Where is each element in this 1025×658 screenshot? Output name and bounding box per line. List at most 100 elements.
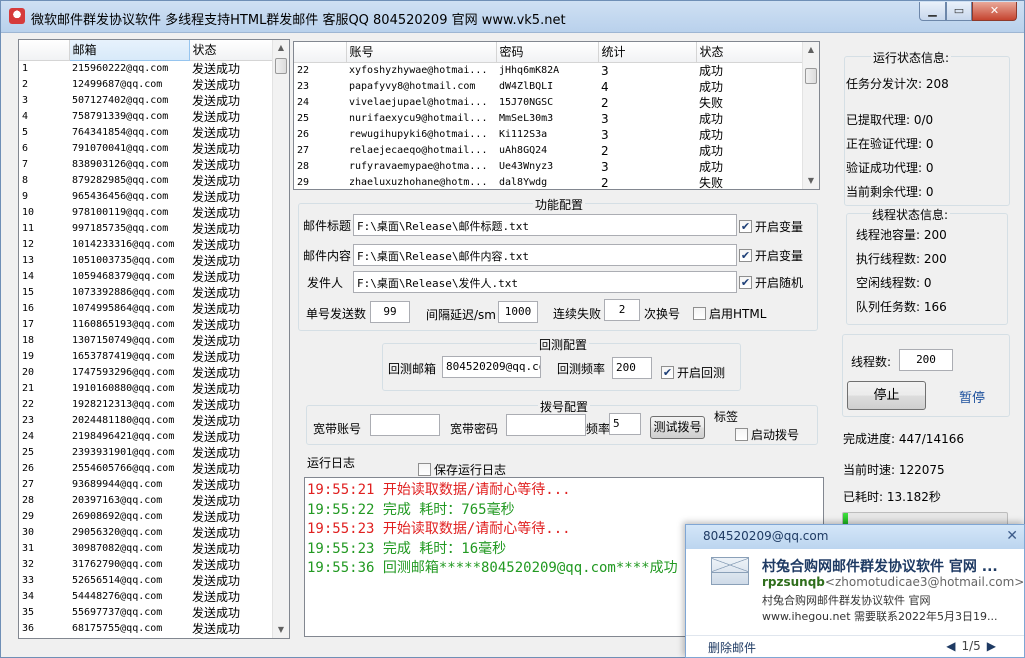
column-header-account[interactable]: 账号 [346, 42, 497, 63]
table-row[interactable]: 32 31762790@qq.com 发送成功 [19, 557, 274, 573]
table-row[interactable]: 4 758791339@qq.com 发送成功 [19, 109, 274, 125]
table-row[interactable]: 28 20397163@qq.com 发送成功 [19, 493, 274, 509]
row-status: 发送成功 [192, 221, 241, 236]
content-variable-checkbox[interactable]: ✔ 开启变量 [739, 247, 803, 264]
close-button[interactable]: ✕ [972, 2, 1017, 21]
table-row[interactable]: 23 papafyvy8@hotmail.com dW4ZlBQLI 4 成功 [294, 79, 802, 95]
subject-path-field[interactable]: F:\桌面\Release\邮件标题.txt [353, 214, 737, 236]
scroll-thumb[interactable] [275, 58, 287, 74]
table-row[interactable]: 36 68175755@qq.com 发送成功 [19, 621, 274, 637]
table-row[interactable]: 7 838903126@qq.com 发送成功 [19, 157, 274, 173]
table-row[interactable]: 6 791070041@qq.com 发送成功 [19, 141, 274, 157]
previous-arrow-icon[interactable]: ◀ [940, 639, 961, 653]
table-row[interactable]: 23 2024481180@qq.com 发送成功 [19, 413, 274, 429]
table-row[interactable]: 29 26908692@qq.com 发送成功 [19, 509, 274, 525]
row-email: 2554605766@qq.com [72, 462, 175, 474]
interval-input[interactable]: 1000 [498, 301, 538, 323]
table-row[interactable]: 2 12499687@qq.com 发送成功 [19, 77, 274, 93]
next-arrow-icon[interactable]: ▶ [981, 639, 1002, 653]
email-list[interactable]: 邮箱 状态 1 215960222@qq.com 发送成功 2 12499687@qq.… [18, 39, 290, 639]
enable-dial-checkbox[interactable]: 启动拨号 [735, 426, 799, 443]
table-row[interactable]: 12 1014233316@qq.com 发送成功 [19, 237, 274, 253]
threads-input[interactable]: 200 [899, 349, 953, 371]
sender-path-field[interactable]: F:\桌面\Release\发件人.txt [353, 271, 737, 293]
column-header-status[interactable]: 状态 [189, 40, 275, 61]
account-list-scrollbar[interactable]: ▲ ▼ [802, 42, 819, 189]
table-row[interactable]: 29 zhaeluxuzhohane@hotm... dal8Ywdg 2 失败 [294, 175, 802, 190]
column-header-email[interactable]: 邮箱 [69, 40, 190, 61]
table-row[interactable]: 25 2393931901@qq.com 发送成功 [19, 445, 274, 461]
single-send-input[interactable]: 99 [370, 301, 410, 323]
fail-input[interactable]: 2 [604, 299, 640, 321]
pause-link[interactable]: 暂停 [959, 387, 985, 406]
table-row[interactable]: 35 55697737@qq.com 发送成功 [19, 605, 274, 621]
mail-notification[interactable]: 804520209@qq.com ✕ 村兔合购网邮件群发协议软件 官网 ... … [685, 524, 1025, 658]
table-row[interactable]: 14 1059468379@qq.com 发送成功 [19, 269, 274, 285]
enable-html-checkbox[interactable]: 启用HTML [693, 305, 766, 322]
table-row[interactable]: 30 29056320@qq.com 发送成功 [19, 525, 274, 541]
table-row[interactable]: 13 1051003735@qq.com 发送成功 [19, 253, 274, 269]
table-row[interactable]: 31 30987082@qq.com 发送成功 [19, 541, 274, 557]
table-row[interactable]: 19 1653787419@qq.com 发送成功 [19, 349, 274, 365]
scroll-up-arrow-icon[interactable]: ▲ [803, 42, 819, 58]
row-index: 5 [22, 126, 29, 138]
minimize-button[interactable]: ▁ [919, 2, 946, 21]
table-row[interactable]: 22 1928212313@qq.com 发送成功 [19, 397, 274, 413]
maximize-button[interactable]: ▭ [946, 2, 972, 21]
account-list[interactable]: 账号 密码 统计 状态 22 xyfoshyzhywae@hotmai... jHh… [293, 41, 820, 190]
table-row[interactable]: 34 54448276@qq.com 发送成功 [19, 589, 274, 605]
column-header-count[interactable]: 统计 [598, 42, 697, 63]
broadband-password-input[interactable] [506, 414, 586, 436]
table-row[interactable]: 11 997185735@qq.com 发送成功 [19, 221, 274, 237]
broadband-account-input[interactable] [370, 414, 440, 436]
row-email: 838903126@qq.com [72, 158, 169, 170]
table-row[interactable]: 25 nurifaexycu9@hotmail... MmSeL30m3 3 成功 [294, 111, 802, 127]
table-row[interactable]: 26 rewugihupyki6@hotmai... Ki112S3a 3 成功 [294, 127, 802, 143]
stop-button[interactable]: 停止 [847, 381, 926, 410]
test-dial-button[interactable]: 测试拨号 [650, 416, 705, 439]
table-row[interactable]: 18 1307150749@qq.com 发送成功 [19, 333, 274, 349]
dial-freq-input[interactable]: 5 [609, 413, 641, 435]
save-log-checkbox[interactable]: 保存运行日志 [418, 461, 506, 478]
table-row[interactable]: 33 52656514@qq.com 发送成功 [19, 573, 274, 589]
table-row[interactable]: 1 215960222@qq.com 发送成功 [19, 60, 274, 77]
return-email-input[interactable]: 804520209@qq.com [442, 356, 541, 378]
column-header-index[interactable] [294, 42, 347, 63]
table-row[interactable]: 26 2554605766@qq.com 发送成功 [19, 461, 274, 477]
subject-variable-checkbox[interactable]: ✔ 开启变量 [739, 218, 803, 235]
table-row[interactable]: 17 1160865193@qq.com 发送成功 [19, 317, 274, 333]
row-index: 23 [297, 80, 310, 92]
scroll-thumb[interactable] [805, 68, 817, 84]
table-row[interactable]: 16 1074995864@qq.com 发送成功 [19, 301, 274, 317]
column-header-password[interactable]: 密码 [496, 42, 599, 63]
table-row[interactable]: 5 764341854@qq.com 发送成功 [19, 125, 274, 141]
scroll-down-arrow-icon[interactable]: ▼ [273, 622, 289, 638]
email-list-scrollbar[interactable]: ▲ ▼ [272, 40, 289, 638]
table-row[interactable]: 22 xyfoshyzhywae@hotmai... jHhq6mK82A 3 成功 [294, 62, 802, 79]
column-header-index[interactable] [19, 40, 70, 61]
content-path-field[interactable]: F:\桌面\Release\邮件内容.txt [353, 244, 737, 266]
close-icon[interactable]: ✕ [1006, 528, 1018, 544]
table-row[interactable]: 8 879282985@qq.com 发送成功 [19, 173, 274, 189]
column-header-status[interactable]: 状态 [696, 42, 803, 63]
table-row[interactable]: 9 965436456@qq.com 发送成功 [19, 189, 274, 205]
table-row[interactable]: 27 relaejecaeqo@hotmail... uAh8GQ24 2 成功 [294, 143, 802, 159]
table-row[interactable]: 24 vivelaejupael@hotmai... 15J70NGSC 2 失败 [294, 95, 802, 111]
table-row[interactable]: 20 1747593296@qq.com 发送成功 [19, 365, 274, 381]
scroll-down-arrow-icon[interactable]: ▼ [803, 173, 819, 189]
sender-random-checkbox[interactable]: ✔ 开启随机 [739, 274, 803, 291]
row-email: 1074995864@qq.com [72, 302, 175, 314]
table-row[interactable]: 21 1910160880@qq.com 发送成功 [19, 381, 274, 397]
notification-subject[interactable]: 村兔合购网邮件群发协议软件 官网 ... [762, 556, 998, 576]
table-row[interactable]: 10 978100119@qq.com 发送成功 [19, 205, 274, 221]
table-row[interactable]: 27 93689944@qq.com 发送成功 [19, 477, 274, 493]
delete-mail-link[interactable]: 删除邮件 [708, 639, 756, 656]
table-row[interactable]: 15 1073392886@qq.com 发送成功 [19, 285, 274, 301]
scroll-up-arrow-icon[interactable]: ▲ [273, 40, 289, 56]
return-freq-input[interactable]: 200 [612, 357, 652, 379]
table-row[interactable]: 28 rufyravaemypae@hotma... Ue43Wnyz3 3 成功 [294, 159, 802, 175]
table-row[interactable]: 24 2198496421@qq.com 发送成功 [19, 429, 274, 445]
enable-return-checkbox[interactable]: ✔ 开启回测 [661, 364, 725, 381]
row-status: 发送成功 [192, 397, 241, 412]
table-row[interactable]: 3 507127402@qq.com 发送成功 [19, 93, 274, 109]
